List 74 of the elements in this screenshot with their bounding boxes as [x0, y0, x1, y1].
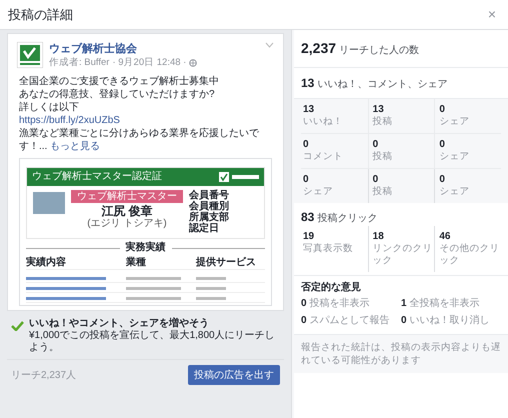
- metric-label: シェア: [439, 151, 470, 163]
- negative-feedback-stat: 1 全投稿を非表示: [401, 296, 480, 311]
- post-text: 詳しくは以下: [19, 101, 80, 114]
- section-heading: 実務実績: [126, 242, 166, 254]
- certificate-title: ウェブ解析士マスター認定証: [32, 171, 162, 183]
- blurred-text: [126, 297, 181, 300]
- engagement-label: いいね！、コメント、シェア: [317, 78, 448, 92]
- metric-value: 18: [372, 231, 385, 243]
- negative-feedback-stat: 0 いいね！取り消し: [401, 314, 490, 328]
- photo-placeholder: [33, 192, 65, 214]
- globe-icon: [189, 58, 198, 66]
- metric-label: 投稿: [372, 186, 394, 198]
- field-label: 所属支部: [189, 212, 229, 223]
- blurred-text: [196, 287, 226, 290]
- page-name-link[interactable]: ウェブ解析士協会: [49, 42, 259, 56]
- metric-value: 19: [303, 231, 316, 243]
- author-text: 作成者: Buffer: [49, 56, 110, 69]
- stats-note: 報告された統計は、投稿の表示内容よりも遅れている可能性があります: [294, 335, 508, 373]
- field-label: 認定日: [189, 223, 220, 234]
- metric-value: 46: [439, 231, 452, 243]
- metric-value: 0: [372, 139, 380, 151]
- metric-label: シェア: [303, 186, 334, 198]
- metric-label: 写真表示数: [303, 243, 354, 255]
- boost-post-button[interactable]: 投稿の広告を出す: [188, 365, 280, 385]
- metric-value: 0: [439, 104, 446, 116]
- see-more-link[interactable]: もっと見る: [50, 141, 100, 152]
- negative-feedback-stat: 0 スパムとして報告: [301, 314, 390, 328]
- metric-value: 0: [372, 174, 380, 186]
- engagement-value: 13: [301, 75, 314, 92]
- metric-value: 13: [303, 104, 316, 116]
- blurred-text: [126, 287, 181, 290]
- boost-title: いいね！やコメント、シェアを増やそう: [29, 318, 210, 330]
- clicks-label: 投稿クリック: [317, 212, 378, 226]
- column-header: 業種: [126, 257, 147, 269]
- column-header: 実績内容: [26, 257, 67, 269]
- clicks-value: 83: [301, 209, 314, 226]
- column-header: 提供サービス: [196, 257, 257, 269]
- metric-label: シェア: [439, 116, 470, 128]
- metric-label: 投稿: [372, 151, 394, 163]
- boost-description: ¥1,000でこの投稿を宣伝して、最大1,800人にリーチしよう。: [29, 330, 276, 354]
- reach-count: リーチ2,237人: [11, 368, 76, 382]
- metric-value: 0: [439, 139, 446, 151]
- post-text: 全国企業のご支援できるウェブ解析士募集中: [19, 75, 220, 88]
- metric-value: 0: [303, 139, 310, 151]
- metric-value: 0: [439, 174, 446, 186]
- post-link[interactable]: https://buff.ly/2xuUZbS: [19, 114, 272, 127]
- blurred-text: [196, 297, 226, 300]
- checkmark-icon: [11, 321, 24, 331]
- metric-label: いいね！: [303, 116, 344, 128]
- negative-feedback-stat: 0 投稿を非表示: [301, 296, 370, 311]
- blurred-text: [196, 277, 226, 280]
- post-text: あなたの得意技、登録していただけますか?: [19, 88, 216, 101]
- metric-label: シェア: [439, 186, 470, 198]
- metric-label: リンクのクリック: [372, 243, 434, 267]
- dialog-title: 投稿の詳細: [8, 6, 73, 24]
- metric-label: その他のクリック: [439, 243, 500, 267]
- metric-label: コメント: [303, 151, 344, 163]
- association-logo-icon: [219, 172, 259, 182]
- certification-badge: ウェブ解析士マスター: [71, 190, 183, 203]
- blurred-text: [126, 277, 181, 280]
- post-text: 漁業など業種ごとに分けあらゆる業界を応援したいです！... もっと見る: [19, 127, 260, 153]
- person-name: 江尻 俊章: [101, 204, 153, 218]
- field-label: 会員番号: [189, 190, 229, 201]
- chevron-down-icon[interactable]: [265, 42, 274, 48]
- person-name-reading: (エジリ トシアキ): [87, 218, 167, 230]
- metric-value: 0: [303, 174, 310, 186]
- negative-feedback-title: 否定的な意見: [301, 281, 362, 295]
- metric-label: 投稿: [372, 116, 394, 128]
- metric-value: 13: [372, 104, 385, 116]
- link-preview-image[interactable]: ウェブ解析士マスター認定証 ウェブ解析士マスター 江尻 俊章 (エジリ トシアキ) 会員番号 会員種別 所属支部 認定日 実務実績 実績内容 業種 提供サービス: [19, 158, 272, 306]
- field-label: 会員種別: [189, 201, 229, 212]
- reach-value: 2,237: [301, 39, 336, 58]
- reach-label: リーチした人の数: [339, 44, 420, 58]
- page-logo-icon: [17, 42, 43, 68]
